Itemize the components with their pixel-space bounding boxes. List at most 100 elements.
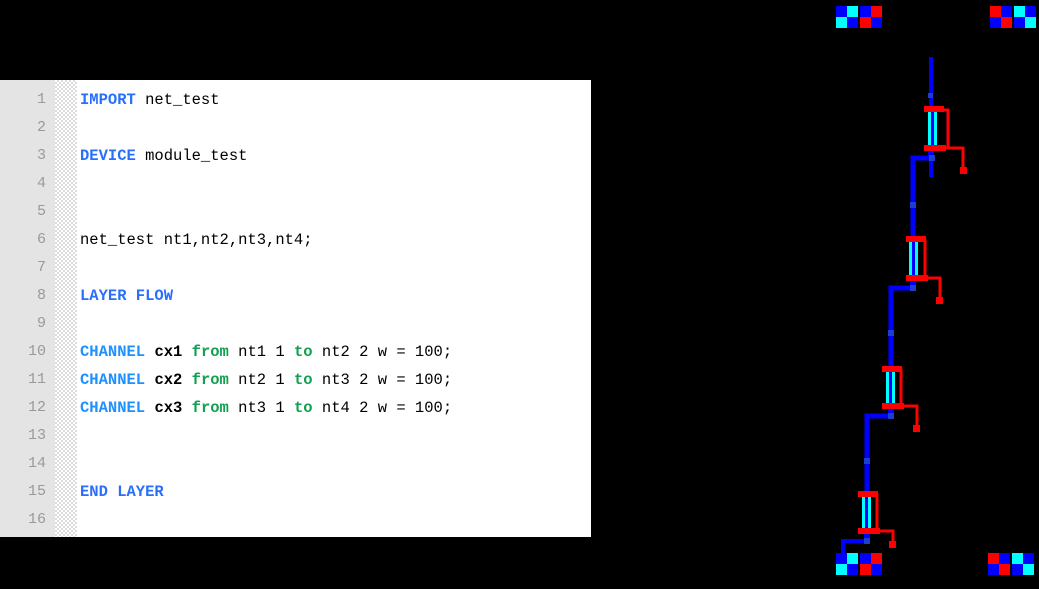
fiducial-cell xyxy=(988,564,999,575)
code-token: CHANNEL xyxy=(80,371,146,389)
net-junction-4 xyxy=(910,285,916,291)
fiducial-cell xyxy=(1001,6,1012,17)
code-token: cx1 xyxy=(154,343,183,361)
code-token: to xyxy=(294,399,313,417)
valve-cap-bottom-nt2 xyxy=(906,275,928,281)
valve-membrane-nt2-a xyxy=(909,242,912,275)
fiducial-cell xyxy=(1023,564,1034,575)
fiducial-cell xyxy=(999,553,1010,564)
fiducial-top-left xyxy=(836,6,858,28)
code-line[interactable]: CHANNEL cx2 from nt2 1 to nt3 2 w = 100; xyxy=(80,366,591,394)
fiducial-bottom-left-2 xyxy=(860,553,882,575)
valve-membrane-nt3-b xyxy=(892,372,895,403)
fiducial-cell xyxy=(860,6,871,17)
fiducial-cell xyxy=(871,6,882,17)
code-line[interactable] xyxy=(80,450,591,478)
code-token: CHANNEL xyxy=(80,343,146,361)
code-line[interactable]: CHANNEL cx1 from nt1 1 to nt2 2 w = 100; xyxy=(80,338,591,366)
fiducial-bottom-left xyxy=(836,553,858,575)
code-token: to xyxy=(294,371,313,389)
line-number: 7 xyxy=(36,259,46,276)
code-token: END LAYER xyxy=(80,483,164,501)
fiducial-cell xyxy=(836,6,847,17)
code-line[interactable] xyxy=(80,114,591,142)
fiducial-cell xyxy=(836,17,847,28)
code-line[interactable]: END LAYER xyxy=(80,478,591,506)
fiducial-cell xyxy=(860,564,871,575)
line-number: 10 xyxy=(27,343,46,360)
fiducial-top-right-2 xyxy=(1014,6,1036,28)
valve-membrane-nt3-a xyxy=(886,372,889,403)
code-line[interactable]: DEVICE module_test xyxy=(80,142,591,170)
code-token: cx2 xyxy=(154,371,183,389)
layout-svg xyxy=(591,0,1039,589)
code-line[interactable]: net_test nt1,nt2,nt3,nt4; xyxy=(80,226,591,254)
fiducial-cell xyxy=(847,553,858,564)
line-number: 5 xyxy=(36,203,46,220)
code-token: nt3 2 w = 100; xyxy=(312,371,453,389)
code-editor-panel[interactable]: 1 2 3 4 5 6 7 8 9 10 11 12 13 14 15 16 IMPORT net_test … xyxy=(0,80,591,537)
code-token: CHANNEL xyxy=(80,399,146,417)
valve-cap-top-nt4 xyxy=(858,491,878,497)
schematic-canvas[interactable] xyxy=(591,0,1039,589)
code-token: to xyxy=(294,343,313,361)
fiducial-cell xyxy=(847,6,858,17)
code-line[interactable] xyxy=(80,310,591,338)
fiducial-cell xyxy=(1014,17,1025,28)
code-line[interactable] xyxy=(80,506,591,534)
valve-cap-bottom-nt3 xyxy=(882,403,904,409)
fiducial-top-right xyxy=(990,6,1012,28)
net-junction-2 xyxy=(929,155,935,161)
fold-margin-strip[interactable] xyxy=(55,80,77,537)
line-number: 6 xyxy=(36,231,46,248)
code-token: nt3 1 xyxy=(228,399,294,417)
line-number: 9 xyxy=(36,315,46,332)
net-junction-3 xyxy=(910,202,916,208)
fiducial-cell xyxy=(1012,553,1023,564)
code-line[interactable]: IMPORT net_test xyxy=(80,86,591,114)
code-token: nt2 1 xyxy=(228,371,294,389)
valve-membrane-nt4-b xyxy=(868,497,871,528)
net-junction-8 xyxy=(864,538,870,544)
line-number: 2 xyxy=(36,119,46,136)
code-line[interactable]: CHANNEL cx3 from nt3 1 to nt4 2 w = 100; xyxy=(80,394,591,422)
fiducial-cell xyxy=(1023,553,1034,564)
fiducial-cell xyxy=(847,17,858,28)
valve-cap-top-nt1 xyxy=(924,106,944,112)
valve-cap-bottom-nt1 xyxy=(924,145,946,151)
fiducial-cell xyxy=(1001,17,1012,28)
code-token: LAYER FLOW xyxy=(80,287,174,305)
code-line[interactable] xyxy=(80,198,591,226)
control-pad-nt3 xyxy=(913,425,920,432)
line-number: 15 xyxy=(27,483,46,500)
valve-cap-top-nt2 xyxy=(906,236,926,242)
valve-membrane-nt2-b xyxy=(915,242,918,275)
valve-membrane-nt1-b xyxy=(934,112,937,145)
fiducial-top-left-2 xyxy=(860,6,882,28)
line-number: 4 xyxy=(36,175,46,192)
control-pad-nt2 xyxy=(936,297,943,304)
line-number: 1 xyxy=(36,91,46,108)
code-token: net_test xyxy=(135,91,220,109)
fiducial-cell xyxy=(871,564,882,575)
fiducial-cell xyxy=(860,553,871,564)
code-line[interactable] xyxy=(80,422,591,450)
control-pad-nt4 xyxy=(889,541,896,548)
valve-cap-bottom-nt4 xyxy=(858,528,880,534)
net-junction-6 xyxy=(888,413,894,419)
code-text-area[interactable]: IMPORT net_test DEVICE module_test net_t… xyxy=(77,80,591,537)
line-number: 3 xyxy=(36,147,46,164)
code-line[interactable]: LAYER FLOW xyxy=(80,282,591,310)
app-root: 1 2 3 4 5 6 7 8 9 10 11 12 13 14 15 16 IMPORT net_test … xyxy=(0,0,1039,589)
code-token: IMPORT xyxy=(80,91,136,109)
fiducial-cell xyxy=(847,564,858,575)
line-number: 12 xyxy=(27,399,46,416)
code-line[interactable] xyxy=(80,170,591,198)
fiducial-cell xyxy=(871,17,882,28)
code-line[interactable] xyxy=(80,254,591,282)
fiducial-cell xyxy=(988,553,999,564)
code-token: from xyxy=(191,371,229,389)
code-token: module_test xyxy=(135,147,248,165)
line-number: 16 xyxy=(27,511,46,528)
